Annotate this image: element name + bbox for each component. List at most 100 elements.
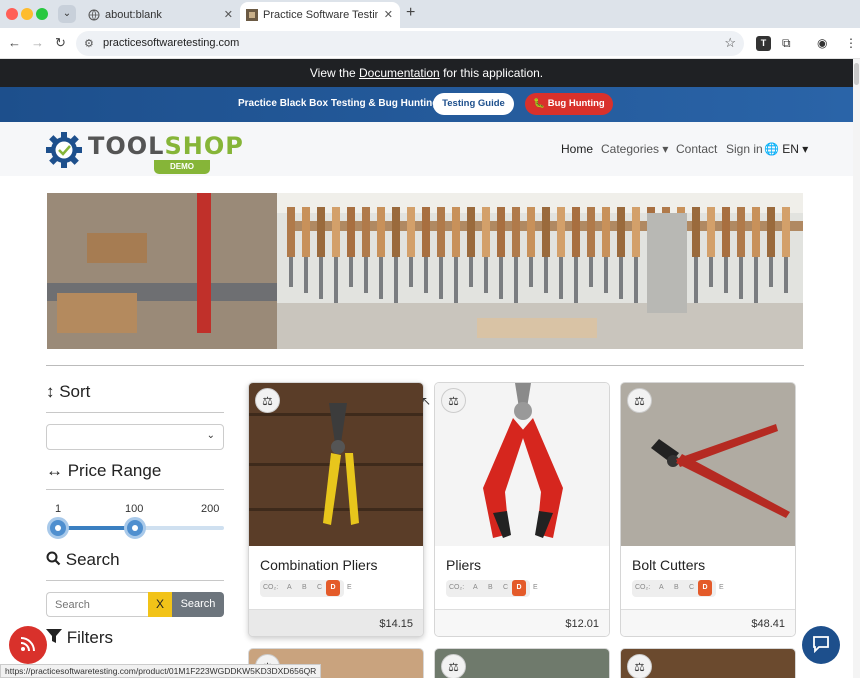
chisel-blade — [349, 257, 353, 287]
chisel-handle — [557, 207, 565, 257]
co2-rating: CO₂: A B C D E — [632, 580, 724, 597]
co2-grade-b: B — [302, 584, 307, 591]
promo-banner: Practice Black Box Testing & Bug Hunting… — [0, 87, 853, 122]
page-scrollbar[interactable] — [853, 59, 860, 678]
co2-grade-d-selected: D — [326, 580, 340, 596]
search-button[interactable]: Search — [172, 592, 224, 617]
product-card[interactable]: ⚖ Bolt Cutters CO₂: A B C D E $48.41 — [620, 382, 796, 637]
nav-sign-in-link[interactable]: Sign in — [726, 142, 763, 156]
hero-banner-image — [47, 193, 803, 349]
back-arrow-icon[interactable]: ← — [8, 35, 21, 50]
range-mid-label: 100 — [125, 503, 144, 515]
co2-grade-e: E — [533, 584, 538, 591]
forward-arrow-icon[interactable]: → — [31, 35, 44, 50]
price-slider-min-handle[interactable] — [47, 517, 69, 539]
chisel-blade — [334, 257, 338, 305]
bug-hunting-button[interactable]: 🐛 Bug Hunting — [525, 93, 613, 115]
chisel-blade — [589, 257, 593, 287]
chisel-blade — [484, 257, 488, 293]
toolshop-logo[interactable]: TOOLSHOP DEMO — [46, 130, 243, 174]
extensions-puzzle-icon[interactable]: ⧉ — [782, 36, 791, 51]
language-dropdown[interactable]: 🌐 EN ▾ — [764, 142, 808, 156]
card-footer: $48.41 — [621, 609, 795, 636]
scrollbar-thumb[interactable] — [854, 63, 859, 85]
testing-guide-button[interactable]: Testing Guide — [433, 93, 514, 115]
tab-about-blank[interactable]: about:blank ✕ — [82, 2, 240, 28]
chisel-handle — [497, 207, 505, 257]
product-card-next-row[interactable]: ⚖ — [434, 648, 610, 678]
new-tab-button[interactable]: + — [406, 4, 415, 22]
chisel-handle — [392, 207, 400, 257]
compare-scale-icon[interactable]: ⚖ — [627, 654, 652, 678]
funnel-icon — [46, 629, 62, 643]
chisel-blade — [694, 257, 698, 305]
co2-grade-c: C — [503, 584, 509, 591]
chisel-blade — [289, 257, 293, 287]
product-price: $12.01 — [565, 618, 599, 630]
magnifier-icon — [46, 551, 61, 566]
documentation-link[interactable]: Documentation — [359, 66, 440, 80]
tab-toolshop[interactable]: Practice Software Testing - Toolshop ✕ — [240, 2, 400, 28]
chat-button[interactable] — [802, 626, 840, 664]
chisel-blade — [409, 257, 413, 287]
chisel-blade — [319, 257, 323, 299]
product-name: Combination Pliers — [260, 557, 378, 573]
section-divider — [46, 365, 804, 366]
chisel-blade — [619, 257, 623, 299]
nav-contact-link[interactable]: Contact — [676, 142, 717, 156]
tab-search-menu-icon[interactable]: ⌄ — [58, 5, 76, 23]
chisel-handle — [767, 207, 775, 257]
product-price: $48.41 — [751, 618, 785, 630]
compare-scale-icon[interactable]: ⚖ — [441, 388, 466, 413]
rss-feed-button[interactable] — [9, 626, 47, 664]
reload-icon[interactable]: ↻ — [55, 35, 66, 51]
price-divider — [46, 489, 224, 490]
address-bar[interactable]: ⚙ practicesoftwaretesting.com ☆ — [76, 31, 744, 56]
compare-scale-icon[interactable]: ⚖ — [441, 654, 466, 678]
close-tab-icon[interactable]: ✕ — [384, 2, 393, 28]
tab-title: Practice Software Testing - Toolshop — [263, 9, 378, 21]
bookmark-star-icon[interactable]: ☆ — [724, 35, 736, 51]
search-input[interactable] — [46, 592, 148, 617]
co2-label: CO₂: — [635, 584, 651, 591]
sort-divider — [46, 412, 224, 413]
co2-grade-b: B — [674, 584, 679, 591]
profile-icon[interactable]: ◉ — [817, 36, 827, 50]
clear-search-button[interactable]: X — [148, 592, 172, 617]
chisel-handle — [542, 207, 550, 257]
chisel-handle — [737, 207, 745, 257]
sort-select[interactable]: ⌄ — [46, 424, 224, 450]
chisel-blade — [784, 257, 788, 293]
chisel-handle — [587, 207, 595, 257]
menu-dots-icon[interactable]: ⋮ — [845, 36, 857, 50]
minimize-window-button[interactable] — [21, 8, 33, 20]
chisel-handle — [347, 207, 355, 257]
chisel-handle — [617, 207, 625, 257]
product-card[interactable]: ⚖ Pliers CO₂: A B C D E $12.01 — [434, 382, 610, 637]
maximize-window-button[interactable] — [36, 8, 48, 20]
site-settings-icon[interactable]: ⚙ — [84, 37, 94, 50]
product-card[interactable]: ⚖ Combination Pliers CO₂: A B C D E $14.… — [248, 382, 424, 637]
chisel-blade — [304, 257, 308, 293]
co2-grade-a: A — [287, 584, 292, 591]
chisel-blade — [379, 257, 383, 299]
logo-tool: TOOL — [88, 132, 165, 160]
close-tab-icon[interactable]: ✕ — [224, 2, 233, 28]
price-slider-max-handle[interactable] — [123, 517, 146, 539]
product-name: Bolt Cutters — [632, 557, 706, 573]
co2-rating: CO₂: A B C D E — [446, 580, 538, 597]
logo-wordmark: TOOLSHOP — [88, 132, 244, 160]
product-card-next-row[interactable]: ⚖ — [620, 648, 796, 678]
nav-categories-dropdown[interactable]: Categories ▾ — [601, 142, 668, 156]
compare-scale-icon[interactable]: ⚖ — [255, 388, 280, 413]
co2-grade-c: C — [317, 584, 323, 591]
nav-home-link[interactable]: Home — [561, 142, 593, 156]
compare-scale-icon[interactable]: ⚖ — [627, 388, 652, 413]
extension-t-icon[interactable]: T — [756, 36, 771, 51]
chisel-handle — [362, 207, 370, 257]
close-window-button[interactable] — [6, 8, 18, 20]
chisel-blade — [514, 257, 518, 305]
site-navbar: TOOLSHOP DEMO Home Categories ▾ Contact … — [0, 122, 853, 176]
chisel-blade — [769, 257, 773, 287]
chisel-handle — [467, 207, 475, 257]
